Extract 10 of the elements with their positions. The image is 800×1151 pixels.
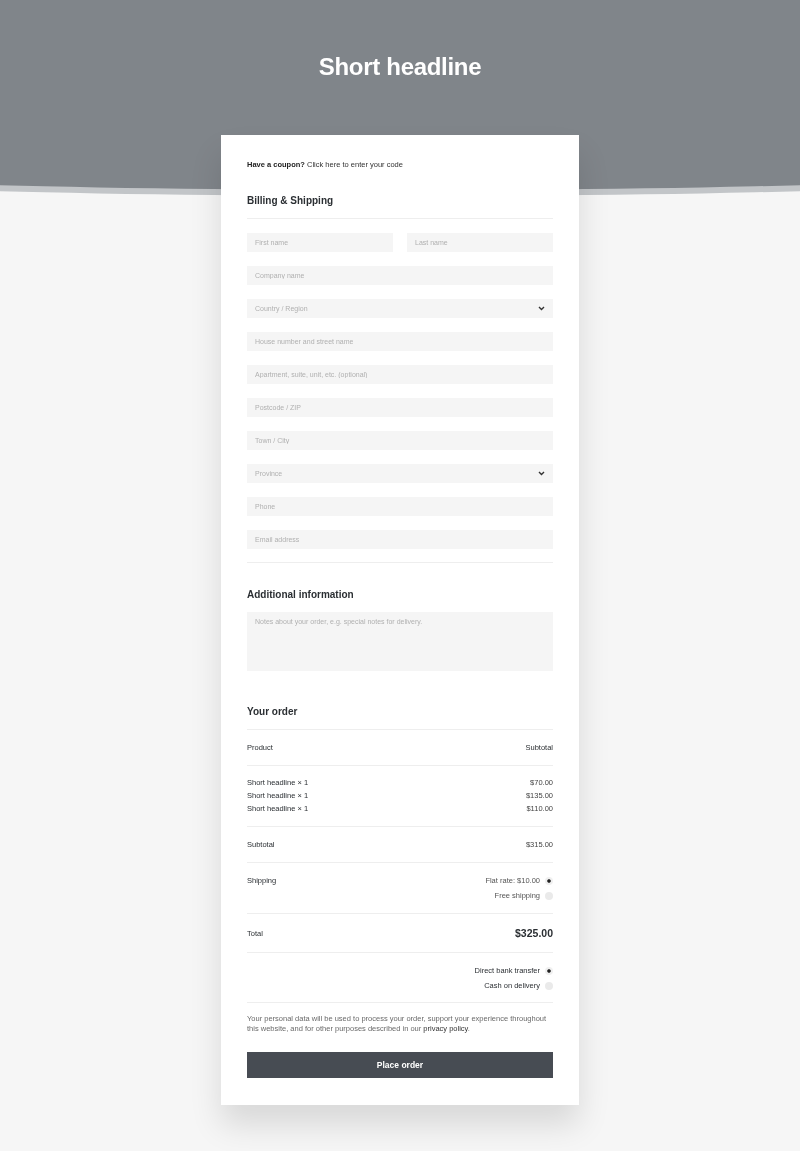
place-order-button[interactable]: Place order	[247, 1052, 553, 1079]
section-heading: Billing & Shipping	[247, 195, 335, 206]
section-heading: Your order	[247, 706, 299, 717]
radio-button[interactable]	[545, 876, 553, 885]
chevron-down-icon	[538, 306, 545, 311]
chevron-down-icon	[538, 471, 545, 476]
page-title: Short headline	[317, 52, 483, 81]
section-heading: Additional information	[247, 589, 355, 600]
total-value: $325.00	[515, 927, 553, 939]
radio-button[interactable]	[545, 966, 553, 975]
